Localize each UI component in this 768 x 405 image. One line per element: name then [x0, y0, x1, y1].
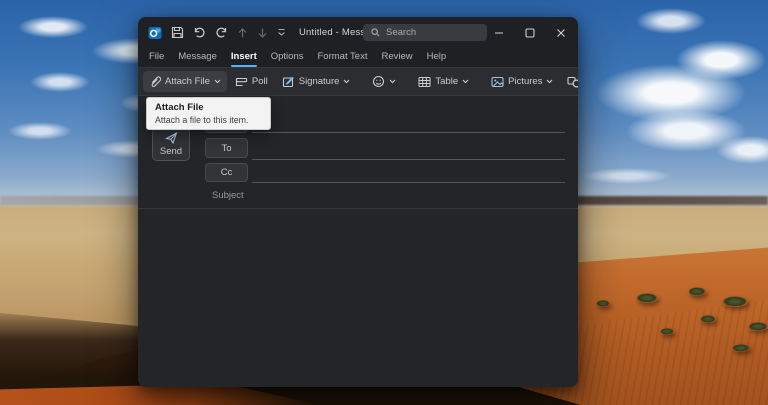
pictures-button[interactable]: Pictures [485, 72, 559, 92]
cloud [636, 8, 706, 34]
subject-label: Subject [212, 190, 244, 201]
search-input[interactable]: Search [363, 24, 487, 41]
tooltip-description: Attach a file to this item. [155, 115, 262, 125]
emoji-icon [372, 75, 385, 88]
signature-button[interactable]: Signature [276, 71, 357, 92]
cc-button[interactable]: Cc [205, 163, 248, 182]
up-arrow-icon[interactable] [237, 27, 248, 39]
desert-shrub [700, 315, 716, 323]
desert-shrub [688, 287, 706, 296]
to-field-line[interactable] [252, 159, 565, 160]
chevron-down-icon [343, 79, 350, 84]
signature-icon [282, 75, 295, 88]
cloud [30, 72, 90, 92]
tab-file[interactable]: File [142, 48, 171, 67]
to-button[interactable]: To [205, 138, 248, 158]
chevron-down-icon [389, 79, 396, 84]
paperclip-icon [149, 75, 161, 88]
cloud [582, 168, 672, 184]
tab-format-text[interactable]: Format Text [311, 48, 375, 67]
send-button[interactable]: Send [152, 128, 190, 161]
desert-shrub [636, 293, 658, 303]
save-icon[interactable] [171, 26, 184, 39]
desert-shrub [660, 328, 674, 335]
minimize-button[interactable] [494, 28, 504, 38]
search-placeholder: Search [386, 27, 416, 38]
send-plane-icon [165, 132, 178, 144]
redo-icon[interactable] [215, 26, 228, 39]
outlook-message-window: Untitled - Message (H... Search File Mes… [138, 17, 578, 387]
search-icon [371, 28, 380, 37]
chevron-down-icon [546, 79, 553, 84]
emoji-button[interactable] [366, 71, 402, 92]
cloud [8, 122, 72, 140]
maximize-button[interactable] [525, 28, 535, 38]
down-arrow-icon[interactable] [257, 27, 268, 39]
titlebar[interactable]: Untitled - Message (H... Search [138, 17, 578, 48]
cloud [676, 40, 766, 80]
tab-insert[interactable]: Insert [224, 48, 264, 67]
shapes-button[interactable] [561, 72, 578, 92]
tab-help[interactable]: Help [420, 48, 454, 67]
table-icon [418, 76, 431, 88]
close-button[interactable] [556, 28, 566, 38]
poll-icon [235, 76, 248, 88]
undo-icon[interactable] [193, 26, 206, 39]
desert-shrub [596, 300, 610, 307]
cloud [18, 16, 88, 38]
attach-file-tooltip: Attach File Attach a file to this item. [146, 97, 271, 130]
attach-file-button[interactable]: Attach File [143, 71, 227, 92]
ribbon: Attach File Poll Signature [138, 68, 578, 96]
shapes-icon [567, 76, 578, 88]
chevron-down-icon [214, 79, 221, 84]
cc-field-line[interactable] [252, 182, 565, 183]
tab-message[interactable]: Message [171, 48, 224, 67]
chevron-down-icon [462, 79, 469, 84]
desert-shrub [748, 322, 768, 331]
qat-chevron-icon[interactable] [277, 28, 286, 37]
tab-review[interactable]: Review [374, 48, 419, 67]
tooltip-title: Attach File [155, 102, 262, 113]
outlook-logo [148, 26, 162, 40]
table-button[interactable]: Table [412, 72, 475, 92]
from-field-line[interactable] [252, 132, 565, 133]
poll-button[interactable]: Poll [229, 72, 274, 92]
ribbon-tab-bar: File Message Insert Options Format Text … [138, 48, 578, 68]
pictures-icon [491, 76, 504, 88]
tab-options[interactable]: Options [264, 48, 311, 67]
desert-shrub [722, 296, 748, 307]
desert-shrub [732, 344, 750, 352]
message-body[interactable] [138, 209, 578, 387]
